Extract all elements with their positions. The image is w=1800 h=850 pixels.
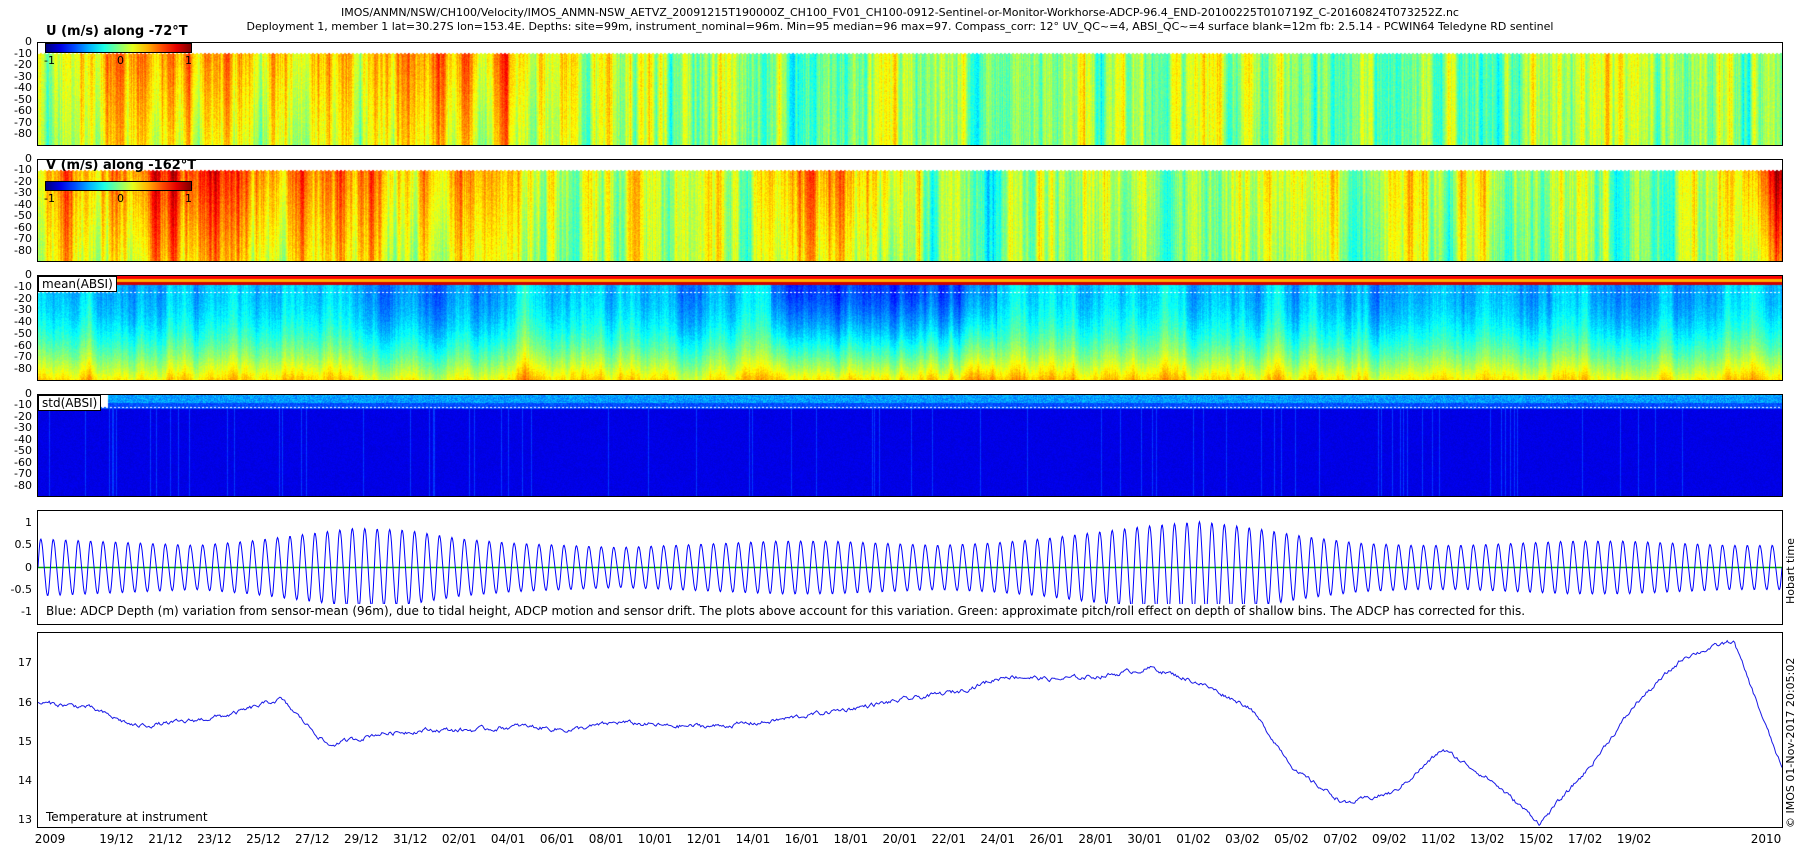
v-colorbar xyxy=(45,181,192,191)
x-tick-label: 22/01 xyxy=(931,832,967,846)
u-cbar-tick-max: 1 xyxy=(185,54,192,67)
u-cbar-tick-min: -1 xyxy=(44,54,55,67)
y-tick-label: 1 xyxy=(25,516,32,530)
mean-absi-label: mean(ABSI) xyxy=(38,276,117,292)
imos-credit: © IMOS 01-Nov-2017 20:05:02 xyxy=(1784,657,1797,828)
x-tick-label: 26/01 xyxy=(1029,832,1064,846)
y-tick-label: 13 xyxy=(18,813,32,827)
x-tick-label: 2010 xyxy=(1750,832,1782,846)
v-velocity-panel xyxy=(37,159,1783,262)
y-tick-label: -80 xyxy=(14,243,32,257)
std-absi-heatmap xyxy=(38,395,1782,496)
u-cbar-tick-zero: 0 xyxy=(117,54,124,67)
x-tick-label: 30/01 xyxy=(1127,832,1162,846)
x-tick-label: 27/12 xyxy=(295,832,330,846)
v-cbar-tick-zero: 0 xyxy=(117,192,124,205)
x-tick-label: 11/02 xyxy=(1421,832,1456,846)
x-tick-label: 19/02 xyxy=(1616,832,1652,846)
x-tick-label: 25/12 xyxy=(246,832,281,846)
v-cbar-tick-min: -1 xyxy=(44,192,55,205)
x-tick-label: 2009 xyxy=(34,832,66,846)
temperature-plot xyxy=(38,639,1782,827)
x-tick-label: 05/02 xyxy=(1274,832,1309,846)
mean-absi-panel xyxy=(37,275,1783,381)
x-tick-label: 15/02 xyxy=(1518,832,1554,846)
x-tick-label: 23/12 xyxy=(197,832,232,846)
x-tick-label: 21/12 xyxy=(148,832,183,846)
x-tick-label: 07/02 xyxy=(1323,832,1358,846)
y-tick-label: 0.5 xyxy=(14,538,33,552)
x-tick-label: 08/01 xyxy=(588,832,624,846)
temperature-line xyxy=(38,639,1782,827)
std-absi-panel xyxy=(37,394,1783,497)
temperature-label: Temperature at instrument xyxy=(46,810,208,824)
v-panel-title: V (m/s) along -162°T xyxy=(46,158,197,173)
y-tick-label: 16 xyxy=(18,695,32,709)
y-tick-label: -0.5 xyxy=(10,582,32,596)
y-tick-label: 15 xyxy=(18,734,32,748)
temperature-panel xyxy=(37,632,1783,828)
x-tick-label: 02/01 xyxy=(441,832,477,846)
y-tick-label: -80 xyxy=(14,127,32,141)
x-tick-label: 14/01 xyxy=(735,832,771,846)
x-tick-label: 04/01 xyxy=(490,832,526,846)
x-tick-label: 19/12 xyxy=(99,832,134,846)
x-tick-label: 24/01 xyxy=(980,832,1015,846)
x-tick-label: 01/02 xyxy=(1176,832,1211,846)
deployment-info: Deployment 1, member 1 lat=30.27S lon=15… xyxy=(246,20,1554,33)
u-colorbar xyxy=(45,43,192,53)
x-tick-label: 28/01 xyxy=(1078,832,1113,846)
x-tick-label: 09/02 xyxy=(1372,832,1407,846)
x-tick-label: 17/02 xyxy=(1567,832,1603,846)
x-tick-label: 20/01 xyxy=(882,832,918,846)
x-tick-label: 12/01 xyxy=(686,832,722,846)
depth-variation-line xyxy=(38,520,1782,615)
v-velocity-heatmap xyxy=(38,160,1782,261)
depth-note: Blue: ADCP Depth (m) variation from sens… xyxy=(46,604,1526,618)
v-cbar-tick-max: 1 xyxy=(185,192,192,205)
u-velocity-heatmap xyxy=(38,43,1782,145)
x-tick-label: 06/01 xyxy=(539,832,575,846)
y-tick-label: -80 xyxy=(14,478,32,492)
file-title: IMOS/ANMN/NSW/CH100/Velocity/IMOS_ANMN-N… xyxy=(341,6,1459,19)
y-tick-label: -80 xyxy=(14,362,32,376)
u-velocity-panel xyxy=(37,42,1783,146)
mean-absi-heatmap xyxy=(38,276,1782,380)
x-tick-label: 10/01 xyxy=(637,832,673,846)
x-tick-label: 13/02 xyxy=(1469,832,1505,846)
x-tick-label: 03/02 xyxy=(1225,832,1260,846)
std-absi-label: std(ABSI) xyxy=(38,395,102,411)
u-panel-title: U (m/s) along -72°T xyxy=(46,24,188,39)
y-tick-label: 0 xyxy=(25,560,32,574)
y-tick-label: -1 xyxy=(21,604,32,618)
x-tick-label: 16/01 xyxy=(784,832,820,846)
x-tick-label: 18/01 xyxy=(833,832,869,846)
x-tick-label: 31/12 xyxy=(392,832,428,846)
hobart-time-label: Hobart time xyxy=(1784,538,1797,604)
x-tick-label: 29/12 xyxy=(344,832,379,846)
y-tick-label: 14 xyxy=(18,773,32,787)
y-tick-label: 17 xyxy=(18,656,32,670)
